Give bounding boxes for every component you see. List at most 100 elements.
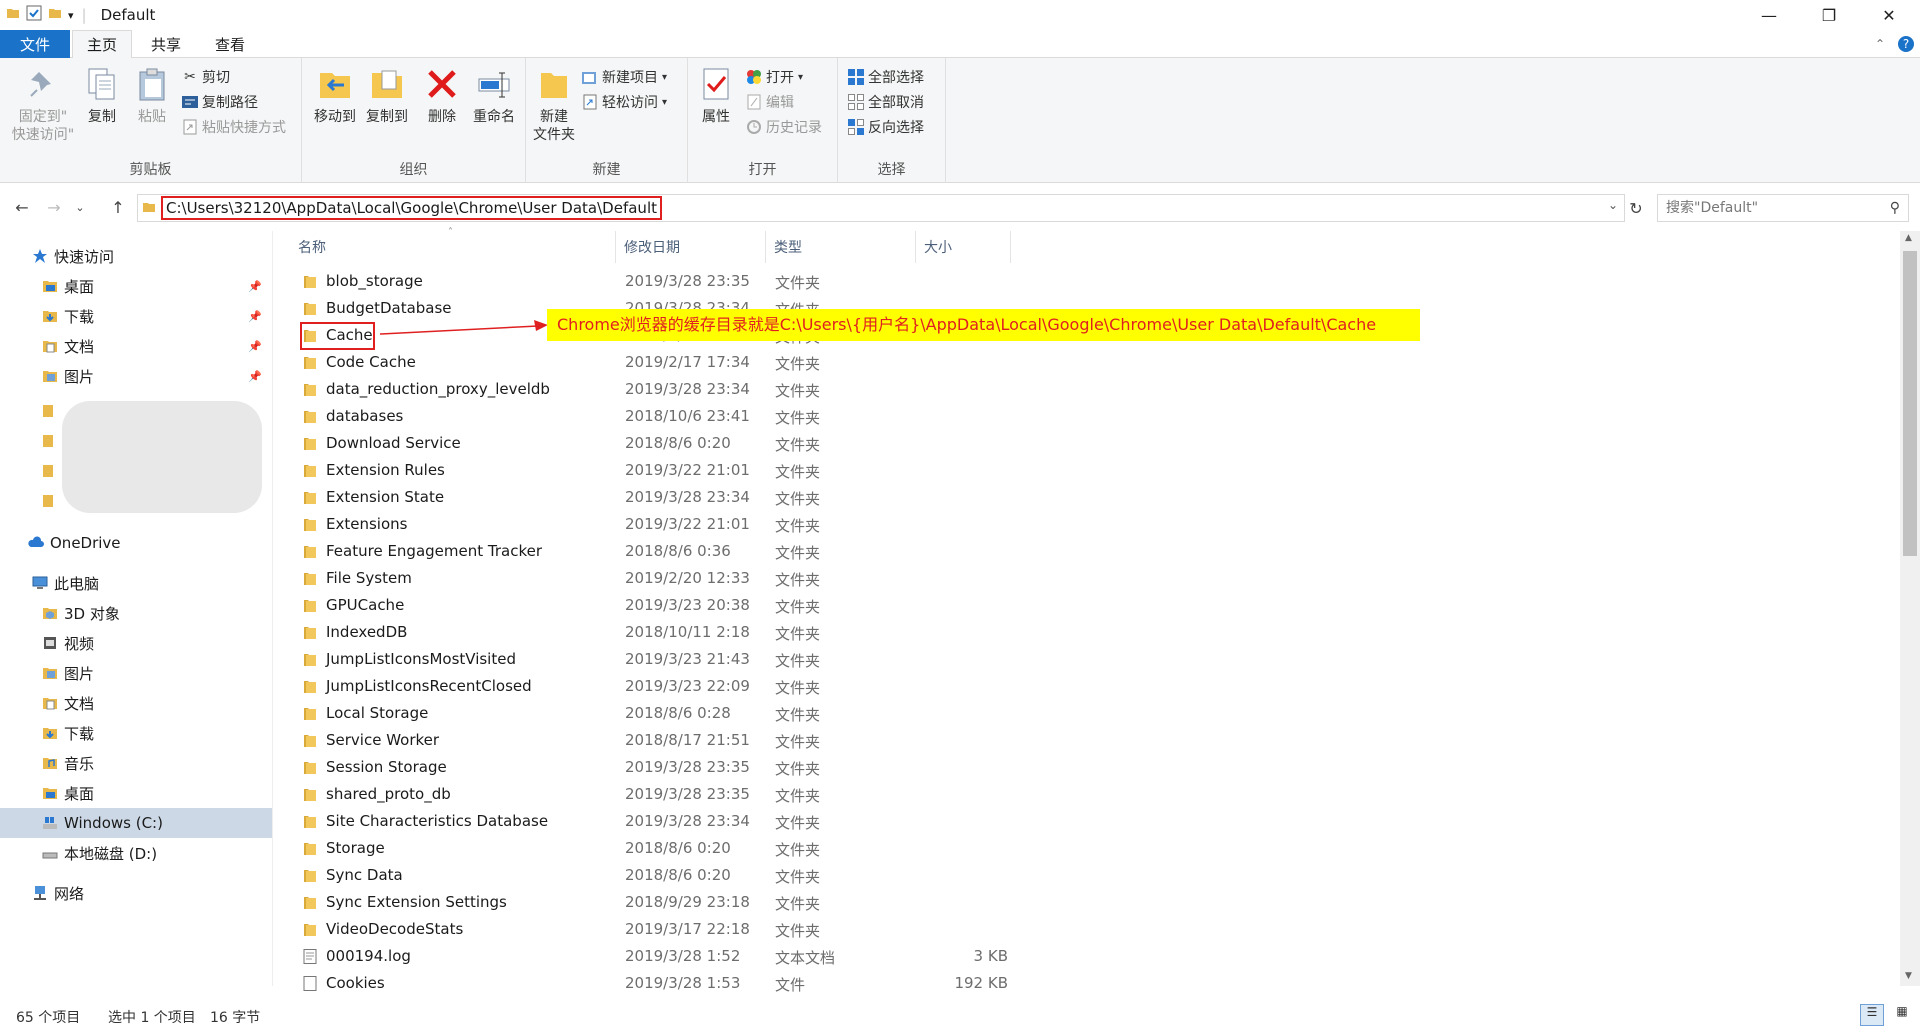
address-bar[interactable]: C:\Users\32120\AppData\Local\Google\Chro…	[137, 194, 1625, 222]
nav-local-disk-d[interactable]: 本地磁盘 (D:)	[0, 838, 272, 868]
file-row[interactable]: Sync Data 2018/8/6 0:20 文件夹	[273, 862, 1293, 889]
new-item-button[interactable]: 新建项目 ▾	[582, 66, 667, 88]
tab-view[interactable]: 查看	[200, 30, 260, 58]
maximize-button[interactable]: ❐	[1800, 0, 1858, 30]
scroll-down-icon[interactable]: ▼	[1905, 971, 1912, 981]
file-row[interactable]: Local Storage 2018/8/6 0:28 文件夹	[273, 700, 1293, 727]
nav-network[interactable]: 网络	[0, 878, 272, 908]
file-row[interactable]: blob_storage 2019/3/28 23:35 文件夹	[273, 268, 1293, 295]
nav-desktop[interactable]: 桌面	[0, 778, 272, 808]
file-row[interactable]: 000194.log 2019/3/28 1:52 文本文档 3 KB	[273, 943, 1293, 970]
nav-quick-documents[interactable]: 文档 📌	[0, 331, 272, 361]
nav-videos[interactable]: 视频	[0, 628, 272, 658]
minimize-button[interactable]: —	[1740, 0, 1798, 30]
3d-objects-icon	[43, 608, 57, 619]
easy-access-button[interactable]: 轻松访问 ▾	[582, 91, 667, 113]
rename-button[interactable]: 重命名	[468, 64, 520, 126]
copy-to-button[interactable]: 复制到	[362, 64, 412, 126]
nav-quick-desktop[interactable]: 桌面 📌	[0, 271, 272, 301]
new-folder-button[interactable]: 新建 文件夹	[532, 64, 576, 144]
paste-shortcut-button[interactable]: 粘贴快捷方式	[182, 116, 286, 138]
file-row[interactable]: Sync Extension Settings 2018/9/29 23:18 文件…	[273, 889, 1293, 916]
collapse-ribbon-icon[interactable]: ⌃	[1870, 30, 1890, 58]
file-row[interactable]: databases 2018/10/6 23:41 文件夹	[273, 403, 1293, 430]
history-button[interactable]: 历史记录	[746, 116, 822, 138]
file-row[interactable]: Cookies 2019/3/28 1:53 文件 192 KB	[273, 970, 1293, 997]
nav-quick-downloads[interactable]: 下载 📌	[0, 301, 272, 331]
file-row[interactable]: JumpListIconsMostVisited 2019/3/23 21:43 文…	[273, 646, 1293, 673]
copy-button[interactable]: 复制	[80, 64, 124, 126]
select-all-button[interactable]: 全部选择	[848, 66, 924, 88]
scroll-up-icon[interactable]: ▲	[1905, 233, 1912, 243]
up-arrow-icon[interactable]: ↑	[106, 195, 130, 219]
select-none-button[interactable]: 全部取消	[848, 91, 924, 113]
file-row[interactable]: Extensions 2019/3/22 21:01 文件夹	[273, 511, 1293, 538]
copy-path-button[interactable]: 复制路径	[182, 91, 258, 113]
customize-dropdown-icon[interactable]: ▾	[68, 9, 74, 22]
file-row[interactable]: GPUCache 2019/3/23 20:38 文件夹	[273, 592, 1293, 619]
file-row[interactable]: Storage 2018/8/6 0:20 文件夹	[273, 835, 1293, 862]
scrollbar-thumb[interactable]	[1903, 251, 1917, 556]
file-row[interactable]: data_reduction_proxy_leveldb 2019/3/28 23…	[273, 376, 1293, 403]
nav-documents[interactable]: 文档	[0, 688, 272, 718]
nav-3d-objects[interactable]: 3D 对象	[0, 598, 272, 628]
large-icons-view-icon[interactable]: ▦	[1890, 1004, 1914, 1026]
file-row[interactable]: VideoDecodeStats 2019/3/17 22:18 文件夹	[273, 916, 1293, 943]
cut-button[interactable]: ✂ 剪切	[182, 66, 230, 88]
vertical-scrollbar[interactable]: ▲ ▼	[1900, 231, 1920, 986]
address-dropdown-icon[interactable]: ⌄	[1608, 198, 1618, 212]
move-to-button[interactable]: 移动到	[310, 64, 360, 126]
file-row[interactable]: Feature Engagement Tracker 2018/8/6 0:36 文…	[273, 538, 1293, 565]
folder-icon	[304, 465, 316, 477]
title-separator: |	[81, 6, 87, 24]
file-row[interactable]: Extension Rules 2019/3/22 21:01 文件夹	[273, 457, 1293, 484]
nav-music[interactable]: 音乐	[0, 748, 272, 778]
column-header-name[interactable]: 名称 ˄	[273, 227, 616, 263]
paste-button[interactable]: 粘贴	[130, 64, 174, 126]
file-row[interactable]: File System 2019/2/20 12:33 文件夹	[273, 565, 1293, 592]
refresh-icon[interactable]: ↻	[1624, 196, 1648, 220]
details-view-icon[interactable]: ☰	[1860, 1004, 1884, 1026]
tab-file[interactable]: 文件	[0, 30, 70, 58]
file-row[interactable]: JumpListIconsRecentClosed 2019/3/23 22:09…	[273, 673, 1293, 700]
file-type: 文件夹	[775, 355, 821, 373]
file-row[interactable]: Code Cache 2019/2/17 17:34 文件夹	[273, 349, 1293, 376]
file-row[interactable]: Session Storage 2019/3/28 23:35 文件夹	[273, 754, 1293, 781]
back-arrow-icon[interactable]: ←	[10, 195, 34, 219]
nav-pictures[interactable]: 图片	[0, 658, 272, 688]
search-input[interactable]: 搜索"Default" ⚲	[1657, 194, 1909, 222]
open-button[interactable]: 打开 ▾	[746, 66, 803, 88]
forward-arrow-icon[interactable]: →	[42, 195, 66, 219]
folder-icon	[304, 735, 316, 747]
file-row[interactable]: Extension State 2019/3/28 23:34 文件夹	[273, 484, 1293, 511]
file-row[interactable]: IndexedDB 2018/10/11 2:18 文件夹	[273, 619, 1293, 646]
file-row[interactable]: Service Worker 2018/8/17 21:51 文件夹	[273, 727, 1293, 754]
column-header-type[interactable]: 类型	[766, 231, 916, 263]
help-icon[interactable]: ?	[1895, 30, 1917, 58]
nav-this-pc[interactable]: 此电脑	[0, 568, 272, 598]
nav-downloads[interactable]: 下载	[0, 718, 272, 748]
nav-windows-c[interactable]: Windows (C:)	[0, 808, 272, 838]
tab-share[interactable]: 共享	[136, 30, 196, 58]
file-type: 文本文档	[775, 949, 836, 967]
new-folder-quick-icon[interactable]	[48, 6, 62, 24]
edit-button[interactable]: 编辑	[746, 91, 794, 113]
close-button[interactable]: ✕	[1860, 0, 1918, 30]
nav-quick-access[interactable]: 快速访问	[0, 241, 272, 271]
file-row[interactable]: Site Characteristics Database 2019/3/28 2…	[273, 808, 1293, 835]
address-path[interactable]: C:\Users\32120\AppData\Local\Google\Chro…	[161, 196, 662, 220]
nav-quick-pictures[interactable]: 图片 📌	[0, 361, 272, 391]
nav-onedrive[interactable]: OneDrive	[0, 528, 272, 558]
properties-quick-icon[interactable]	[26, 5, 42, 25]
pin-quick-access-button[interactable]: 固定到" 快速访问"	[4, 64, 82, 144]
file-row[interactable]: Download Service 2018/8/6 0:20 文件夹	[273, 430, 1293, 457]
delete-button[interactable]: 删除	[420, 64, 464, 126]
column-header-size[interactable]: 大小	[916, 231, 1011, 263]
invert-selection-button[interactable]: 反向选择	[848, 116, 924, 138]
column-header-date[interactable]: 修改日期	[616, 231, 766, 263]
file-name: Extensions	[326, 515, 408, 533]
recent-locations-icon[interactable]: ⌄	[68, 195, 92, 219]
file-row[interactable]: shared_proto_db 2019/3/28 23:35 文件夹	[273, 781, 1293, 808]
properties-button[interactable]: 属性	[694, 64, 738, 126]
tab-home[interactable]: 主页	[72, 30, 132, 59]
